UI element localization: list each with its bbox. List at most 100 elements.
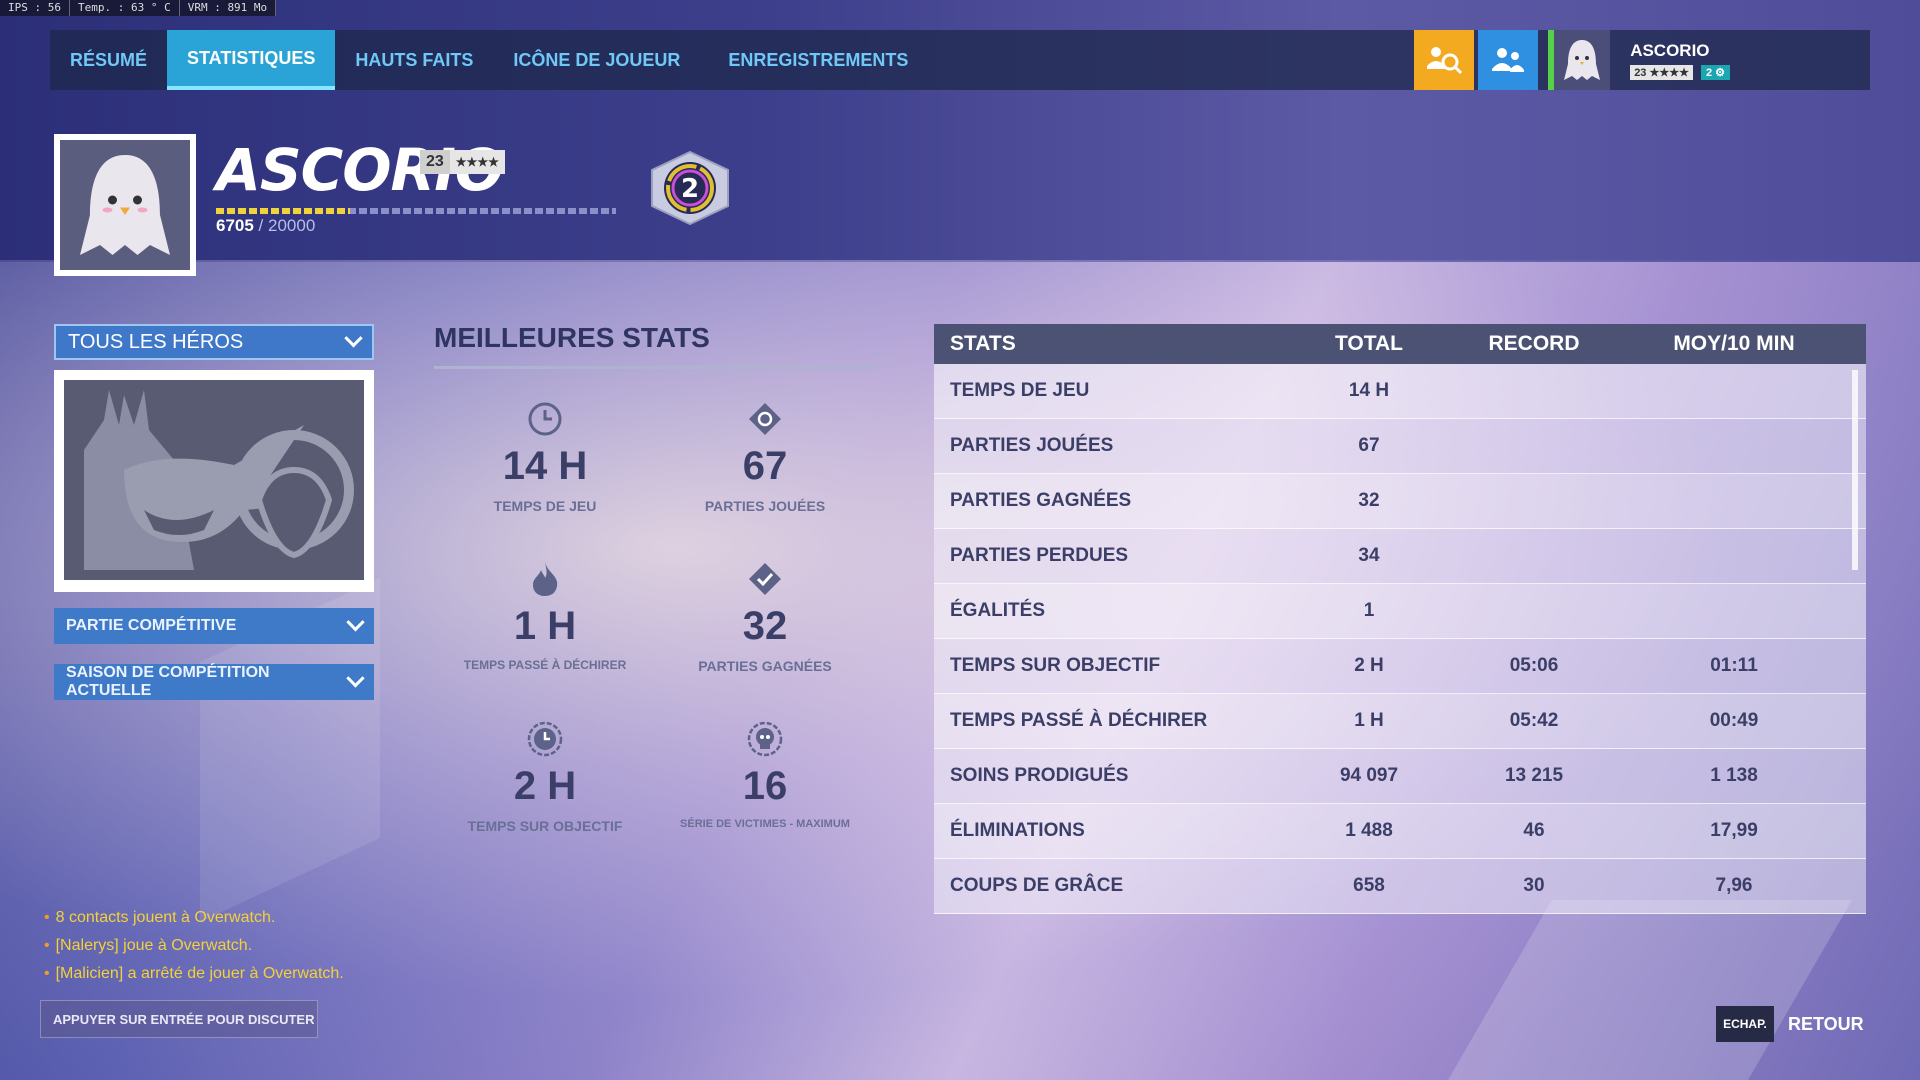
table-row: PARTIES PERDUES 34 (934, 529, 1866, 584)
best-stat-playtime: 14 H TEMPS DE JEU (435, 400, 655, 514)
profile-summary[interactable]: ASCORIO 23 ★★★★ 2 ⚙ (1610, 30, 1730, 90)
competitive-rank-emblem: 2 (651, 150, 729, 226)
xp-progress-bar (216, 208, 616, 214)
best-stat-value: 2 H (513, 764, 577, 808)
ghost-avatar-icon (1564, 40, 1601, 80)
table-cell: PARTIES GAGNÉES (950, 490, 1132, 511)
table-cell: 34 (1358, 545, 1380, 566)
stats-table-body: TEMPS DE JEU 14 H PARTIES JOUÉES 67 PARTIES … (934, 364, 1866, 914)
table-cell: 14 H (1348, 380, 1390, 401)
best-stats-divider (434, 366, 874, 369)
all-heroes-silhouette-icon (84, 390, 354, 570)
xp-max: 20000 (268, 216, 316, 235)
xp-readout: 6705 / 20000 (216, 216, 315, 236)
best-stat-label: PARTIES JOUÉES (704, 498, 826, 514)
best-stat-games-played: 67 PARTIES JOUÉES (655, 400, 875, 514)
stats-table: STATS TOTAL RECORD MOY/10 MIN TEMPS DE J… (934, 324, 1866, 914)
best-stats-title: MEILLEURES STATS (434, 322, 710, 353)
hero-select-dropdown[interactable]: TOUS LES HÉROS (54, 324, 374, 360)
table-row: COUPS DE GRÂCE 658 30 7,96 (934, 859, 1866, 914)
chevron-down-icon (344, 328, 363, 347)
game-mode-value: PARTIE COMPÉTITIVE (66, 617, 237, 634)
chat-input-prompt[interactable]: APPUYER SUR ENTRÉE POUR DISCUTER (40, 1000, 318, 1038)
table-cell: TEMPS DE JEU (950, 380, 1090, 401)
table-cell: 17,99 (1710, 820, 1758, 841)
table-cell: 7,96 (1715, 875, 1753, 896)
game-mode-dropdown[interactable]: PARTIE COMPÉTITIVE (54, 608, 374, 644)
season-value: SAISON DE COMPÉTITION ACTUELLE (66, 664, 270, 699)
tab-statistiques[interactable]: STATISTIQUES (167, 30, 336, 90)
friends-button[interactable] (1478, 30, 1539, 90)
tab-icone-de-joueur[interactable]: ICÔNE DE JOUEUR (493, 30, 700, 90)
table-cell: 1 138 (1710, 765, 1758, 786)
level-number: 23 (1634, 66, 1647, 79)
competitive-rank-number: 2 (681, 174, 699, 204)
best-stat-value: 32 (742, 604, 788, 648)
xp-progress-fill (216, 208, 350, 214)
best-stat-label: TEMPS DE JEU (493, 498, 597, 514)
best-stat-value: 1 H (513, 604, 577, 648)
back-button[interactable]: RETOUR (1788, 1014, 1864, 1035)
table-cell: 1 H (1354, 710, 1384, 731)
group-search-icon (1427, 47, 1463, 75)
player-portrait (54, 134, 196, 276)
table-cell: 94 097 (1339, 765, 1399, 786)
table-cell: 46 (1523, 820, 1545, 841)
table-cell: 32 (1358, 490, 1380, 511)
table-cell: 67 (1358, 435, 1380, 456)
table-row: SOINS PRODIGUÉS 94 097 13 215 1 138 (934, 749, 1866, 804)
friends-icon (1492, 48, 1525, 72)
season-dropdown[interactable]: SAISON DE COMPÉTITION ACTUELLE (54, 664, 374, 700)
player-level-stars: ★★★★ (455, 155, 499, 169)
vram-readout: VRM : 891 Mo (180, 0, 277, 16)
best-stat-games-won: 32 PARTIES GAGNÉES (655, 560, 875, 674)
best-stat-label: SÉRIE DE VICTIMES - MAXIMUM (680, 818, 850, 830)
best-stat-value: 14 H (502, 444, 588, 488)
table-cell: 00:49 (1709, 710, 1759, 731)
player-level-badge: 23 ★★★★ (420, 150, 505, 174)
performance-overlay: IPS : 56 Temp. : 63 ° C VRM : 891 Mo (0, 0, 277, 16)
group-search-button[interactable] (1414, 30, 1475, 90)
tab-enregistrements[interactable]: ENREGISTREMENTS (708, 30, 928, 90)
tab-resume[interactable]: RÉSUMÉ (50, 30, 167, 90)
table-row: PARTIES GAGNÉES 32 (934, 474, 1866, 529)
table-cell: 2 H (1354, 655, 1384, 676)
chat-message: • [Malicien] a arrêté de jouer à Overwatc… (44, 965, 344, 982)
table-cell: 1 488 (1345, 820, 1393, 841)
table-cell: 01:11 (1710, 655, 1758, 676)
column-header-avg: MOY/10 MIN (1673, 332, 1795, 355)
clock-icon (528, 402, 562, 436)
diamond-check-icon (749, 563, 781, 595)
hero-card (54, 370, 374, 592)
objective-clock-icon (527, 721, 563, 757)
best-stat-kill-streak: 16 SÉRIE DE VICTIMES - MAXIMUM (655, 720, 875, 830)
level-stars: ★★★★ (1649, 66, 1689, 79)
chat-log: • 8 contacts jouent à Overwatch. • [Nalery… (44, 904, 344, 988)
best-stat-label: TEMPS SUR OBJECTIF (467, 818, 623, 834)
scrollbar[interactable] (1852, 370, 1858, 570)
rank-badge: 2 ⚙ (1700, 64, 1730, 80)
table-cell: 05:06 (1509, 655, 1559, 676)
escape-key-hint[interactable]: ECHAP. (1716, 1006, 1774, 1042)
profile-name: ASCORIO (1630, 40, 1710, 60)
chat-message: • [Nalerys] joue à Overwatch. (44, 937, 253, 954)
table-cell: 658 (1353, 875, 1385, 896)
best-stat-value: 67 (742, 444, 788, 488)
table-cell: ÉLIMINATIONS (950, 820, 1085, 841)
table-cell: PARTIES JOUÉES (950, 435, 1114, 456)
table-row: ÉGALITÉS 1 (934, 584, 1866, 639)
diamond-gear-icon (749, 403, 781, 435)
best-stat-label: PARTIES GAGNÉES (698, 658, 832, 674)
top-navigation: RÉSUMÉ STATISTIQUES HAUTS FAITS ICÔNE DE… (50, 30, 1870, 90)
table-cell: 30 (1523, 875, 1545, 896)
fps-readout: IPS : 56 (0, 0, 70, 16)
ghost-portrait-icon (80, 155, 170, 255)
tab-hauts-faits[interactable]: HAUTS FAITS (335, 30, 493, 90)
player-level-number: 23 (420, 150, 450, 174)
avatar[interactable] (1554, 30, 1611, 90)
best-stat-label: TEMPS PASSÉ À DÉCHIRER (463, 658, 627, 672)
table-row: TEMPS PASSÉ À DÉCHIRER 1 H 05:42 00:49 (934, 694, 1866, 749)
table-cell: 1 (1363, 600, 1375, 621)
level-badge: 23 ★★★★ (1630, 64, 1693, 80)
best-stat-on-fire: 1 H TEMPS PASSÉ À DÉCHIRER (435, 560, 655, 672)
